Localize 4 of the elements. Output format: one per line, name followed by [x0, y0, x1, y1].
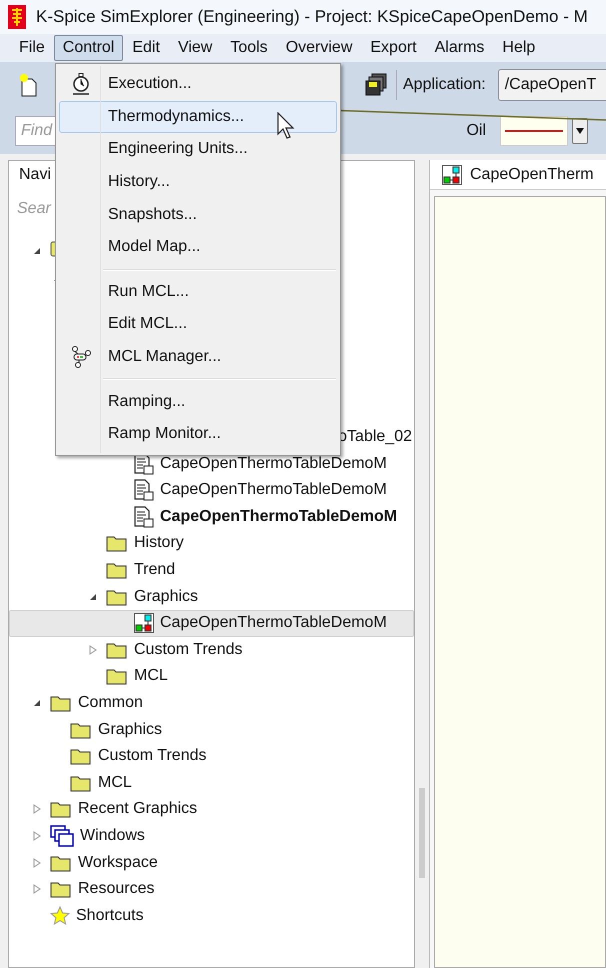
navigator-header: Navi [19, 165, 52, 185]
window-title: K-Spice SimExplorer (Engineering) - Project: KSpiceCapeOpenDemo - M [36, 6, 588, 28]
stream-label: Oil [466, 121, 486, 141]
application-label: Application: [403, 75, 486, 95]
